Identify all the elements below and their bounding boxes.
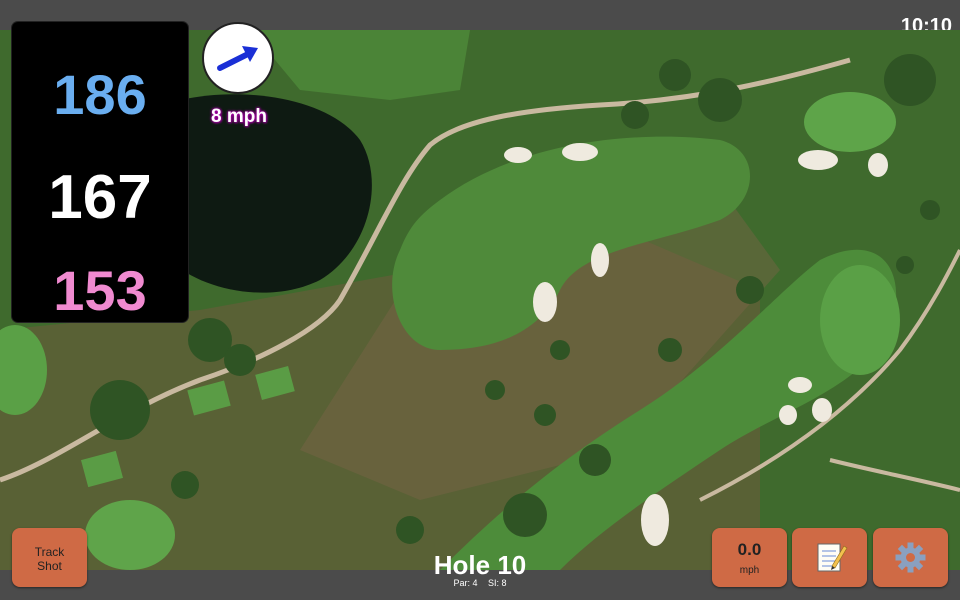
gear-icon xyxy=(895,542,926,573)
track-shot-label-line1: Track xyxy=(34,545,65,559)
wind-speed-unit: mph xyxy=(739,565,760,576)
wind-speed-button[interactable]: 0.0 mph xyxy=(712,528,787,587)
wind-speed-label: 8 mph xyxy=(211,106,267,127)
notepad-icon xyxy=(817,543,848,572)
hole-title: Hole 10 xyxy=(433,550,527,580)
arrow-icon xyxy=(217,46,258,71)
notes-button[interactable] xyxy=(792,528,867,587)
hole-details: Par: 4 SI: 8 xyxy=(380,578,580,588)
distance-panel: 186 167 153 xyxy=(12,22,188,322)
back-distance: 186 xyxy=(53,63,147,126)
par-label: Par: 4 xyxy=(453,578,478,588)
wind-speed-value: 0.0 xyxy=(737,540,762,559)
front-distance: 153 xyxy=(53,259,147,322)
stroke-index-label: SI: 8 xyxy=(488,578,507,588)
wind-direction-indicator[interactable] xyxy=(202,22,274,94)
track-shot-label-line2: Shot xyxy=(37,559,62,573)
track-shot-button[interactable]: Track Shot xyxy=(12,528,87,587)
middle-distance: 167 xyxy=(48,163,152,232)
settings-button[interactable] xyxy=(873,528,948,587)
